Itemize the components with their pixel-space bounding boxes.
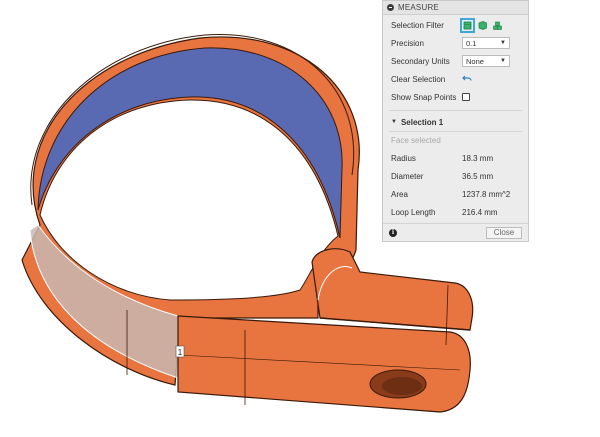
selection-filter-label: Selection Filter [391,20,444,30]
component-filter-icon[interactable] [492,20,503,31]
show-snap-points-label: Show Snap Points [391,92,457,102]
measurement-label: Radius [391,153,416,163]
measurement-value: 1237.8 mm^2 [462,189,511,199]
selection-status: Face selected [391,135,441,145]
precision-value: 0.1 [466,38,477,48]
precision-row: Precision 0.1 ▼ [391,35,522,51]
secondary-units-value: None [466,56,484,66]
measurement-value: 36.5 mm [462,171,494,181]
measurement-row: Loop Length 216.4 mm [391,204,522,220]
collapse-icon[interactable] [387,4,394,11]
measurement-label: Area [391,189,408,199]
panel-header[interactable]: MEASURE [383,1,528,15]
measurement-value: 216.4 mm [462,207,498,217]
measurement-value: 18.3 mm [462,153,494,163]
section-divider [389,110,522,111]
show-snap-points-row: Show Snap Points [391,89,522,105]
info-icon[interactable]: i [389,228,397,237]
measurement-row: Area 1237.8 mm^2 [391,186,522,202]
measurement-row: Diameter 36.5 mm [391,168,522,184]
secondary-units-label: Secondary Units [391,56,450,66]
precision-label: Precision [391,38,424,48]
measure-panel: MEASURE Selection Filter Precision 0.1 ▼… [382,0,529,242]
selection-title: Selection 1 [400,117,444,127]
secondary-units-row: Secondary Units None ▼ [391,53,522,69]
chevron-down-icon: ▼ [500,40,506,46]
selection-status-row: Face selected [391,132,522,148]
selection-marker-label: 1 [178,348,183,357]
selection-filter-row: Selection Filter [391,17,522,33]
measurement-row: Radius 18.3 mm [391,150,522,166]
body-filter-icon[interactable] [477,20,488,31]
clamp-upper-tab[interactable] [311,248,474,331]
chevron-down-icon: ▼ [500,58,506,64]
clear-selection-label: Clear Selection [391,74,446,84]
caret-down-icon: ▼ [391,119,397,125]
arm-bolt-hole-inner [382,377,422,395]
measurement-label: Loop Length [391,207,436,217]
measurement-label: Diameter [391,171,424,181]
panel-footer: i Close [383,223,528,241]
precision-dropdown[interactable]: 0.1 ▼ [462,37,510,49]
panel-title: MEASURE [398,3,439,12]
clear-selection-row: Clear Selection [391,71,522,87]
show-snap-points-checkbox[interactable] [462,93,470,101]
clamp-lower-arm[interactable] [177,315,471,413]
close-button[interactable]: Close [486,226,522,239]
undo-arrow-icon[interactable] [462,73,472,85]
face-filter-icon[interactable] [460,17,475,33]
secondary-units-dropdown[interactable]: None ▼ [462,55,510,67]
selection-section-header[interactable]: ▼ Selection 1 [391,115,443,129]
